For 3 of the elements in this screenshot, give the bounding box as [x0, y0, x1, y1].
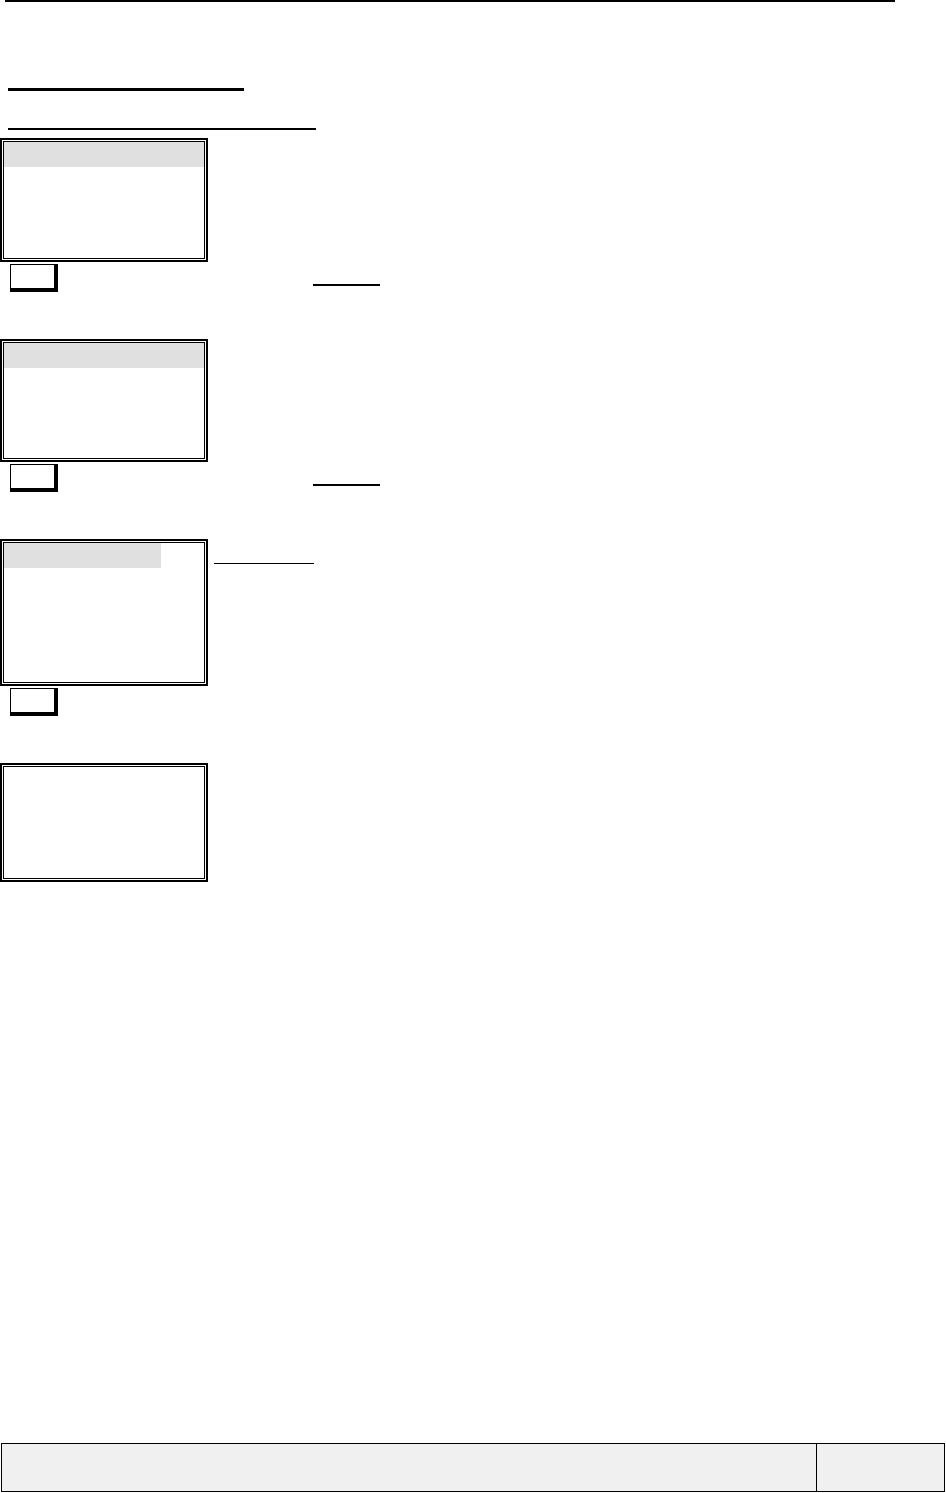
key-button[interactable]	[10, 264, 58, 292]
key-button[interactable]	[10, 688, 58, 716]
key-button[interactable]	[10, 464, 58, 492]
